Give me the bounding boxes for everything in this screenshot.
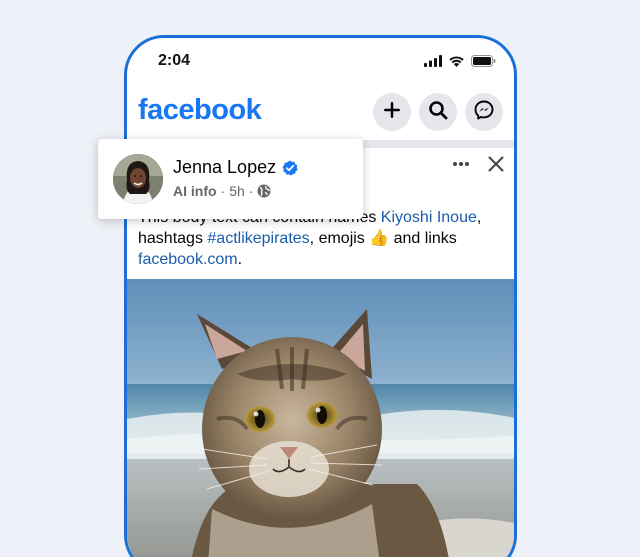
wifi-icon bbox=[448, 54, 465, 72]
author-name[interactable]: Jenna Lopez bbox=[173, 157, 276, 178]
mention-link[interactable]: Kiyoshi Inoue bbox=[381, 209, 477, 226]
more-icon bbox=[453, 162, 469, 166]
signal-icon bbox=[424, 54, 442, 72]
cat-photo-graphic bbox=[127, 279, 514, 557]
messenger-button[interactable] bbox=[465, 93, 503, 131]
app-header: facebook bbox=[127, 88, 514, 138]
meta-separator: · bbox=[248, 183, 254, 199]
post-author-card[interactable]: Jenna Lopez AI info · 5h · bbox=[98, 139, 363, 219]
meta-separator: · bbox=[220, 183, 226, 199]
post-actions bbox=[452, 156, 504, 172]
post-time[interactable]: 5h bbox=[229, 183, 245, 199]
battery-icon bbox=[471, 54, 496, 72]
phone-frame: 2:04 facebook Kiyoshi Inoue, hashtags #a… bbox=[124, 35, 517, 557]
search-icon bbox=[428, 100, 448, 125]
facebook-logo[interactable]: facebook bbox=[138, 94, 262, 127]
globe-icon bbox=[257, 184, 271, 198]
plus-icon bbox=[383, 101, 401, 124]
status-bar: 2:04 bbox=[127, 38, 514, 86]
messenger-icon bbox=[474, 100, 494, 125]
cat-photo[interactable] bbox=[127, 279, 514, 557]
status-time: 2:04 bbox=[158, 52, 191, 69]
avatar-photo bbox=[113, 154, 163, 204]
ai-info-label[interactable]: AI info bbox=[173, 183, 217, 199]
url-link[interactable]: facebook.com bbox=[138, 251, 238, 268]
more-options-button[interactable] bbox=[452, 161, 470, 167]
post-text-part: , emojis bbox=[309, 230, 370, 247]
verified-badge-icon bbox=[282, 160, 298, 176]
close-post-button[interactable] bbox=[488, 156, 504, 172]
create-button[interactable] bbox=[373, 93, 411, 131]
author-name-row: Jenna Lopez bbox=[173, 157, 298, 178]
post-meta: AI info · 5h · bbox=[173, 183, 271, 199]
search-button[interactable] bbox=[419, 93, 457, 131]
thumbs-up-emoji: 👍 bbox=[369, 230, 390, 247]
avatar[interactable] bbox=[113, 154, 163, 204]
post-text-part: and links bbox=[389, 230, 457, 247]
hashtag-link[interactable]: #actlikepirates bbox=[207, 230, 309, 247]
status-icons bbox=[424, 54, 496, 72]
post-text-part: . bbox=[237, 251, 243, 268]
close-icon bbox=[488, 156, 504, 172]
